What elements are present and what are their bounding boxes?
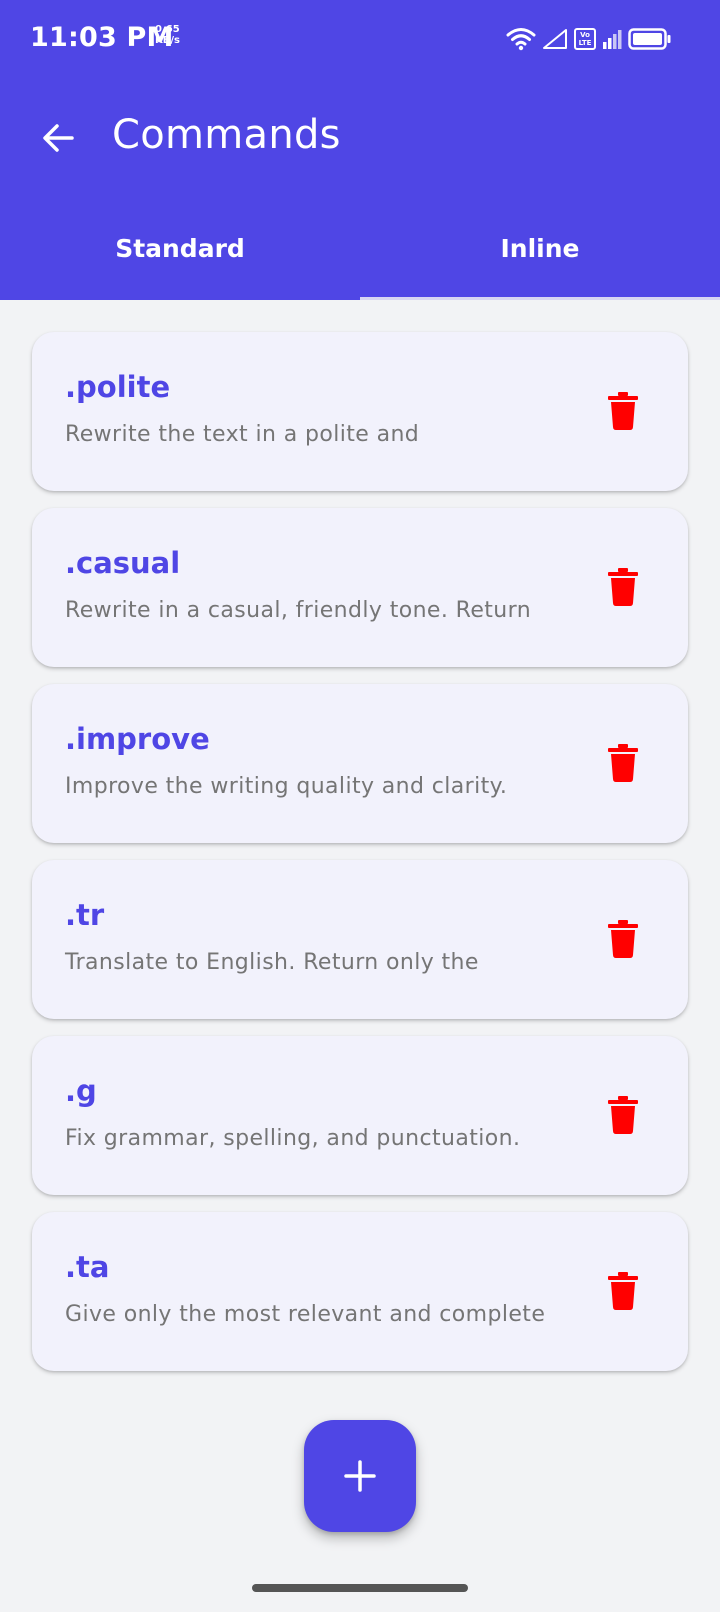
command-card[interactable]: .g Fix grammar, spelling, and punctuatio… xyxy=(32,1036,688,1195)
network-speed-value: 0.65 xyxy=(155,24,180,35)
command-name: .ta xyxy=(65,1250,110,1284)
command-description: Rewrite the text in a polite and xyxy=(65,422,420,447)
command-description: Improve the writing quality and clarity. xyxy=(65,774,508,799)
trash-icon xyxy=(608,1272,638,1310)
command-name: .tr xyxy=(65,898,105,932)
tab-inline[interactable]: Inline xyxy=(360,210,720,300)
app-bar: 11:03 PM 0.65 KB/s Vo LTE Commands Stand… xyxy=(0,0,720,300)
command-description: Give only the most relevant and complete xyxy=(65,1302,546,1327)
tab-indicator xyxy=(360,297,720,300)
volte-bottom-label: LTE xyxy=(578,39,592,47)
delete-button[interactable] xyxy=(600,388,646,434)
command-description: Translate to English. Return only the xyxy=(65,950,479,975)
delete-button[interactable] xyxy=(600,1092,646,1138)
back-button[interactable] xyxy=(30,110,86,166)
command-name: .g xyxy=(65,1074,97,1108)
home-indicator[interactable] xyxy=(252,1584,468,1592)
network-speed-unit: KB/s xyxy=(155,35,180,46)
status-time: 11:03 PM xyxy=(30,22,174,53)
arrow-back-icon xyxy=(43,124,74,152)
tab-standard[interactable]: Standard xyxy=(0,210,360,300)
tab-bar: Standard Inline xyxy=(0,210,720,300)
signal-icon xyxy=(543,29,567,49)
command-card[interactable]: .tr Translate to English. Return only th… xyxy=(32,860,688,1019)
delete-button[interactable] xyxy=(600,916,646,962)
trash-icon xyxy=(608,920,638,958)
trash-icon xyxy=(608,392,638,430)
command-card[interactable]: .casual Rewrite in a casual, friendly to… xyxy=(32,508,688,667)
command-name: .casual xyxy=(65,546,181,580)
volte-top-label: Vo xyxy=(580,31,590,39)
battery-icon xyxy=(628,28,671,50)
status-icons: Vo LTE xyxy=(506,25,672,53)
delete-button[interactable] xyxy=(600,1268,646,1314)
command-description: Fix grammar, spelling, and punctuation. xyxy=(65,1126,521,1151)
command-card[interactable]: .improve Improve the writing quality and… xyxy=(32,684,688,843)
toolbar: Commands xyxy=(0,88,720,188)
network-speed: 0.65 KB/s xyxy=(155,24,180,46)
tab-standard-label: Standard xyxy=(115,233,245,263)
add-command-button[interactable] xyxy=(304,1420,416,1532)
command-list: .polite Rewrite the text in a polite and… xyxy=(32,332,688,1388)
trash-icon xyxy=(608,568,638,606)
tab-inline-label: Inline xyxy=(500,233,580,263)
delete-button[interactable] xyxy=(600,740,646,786)
status-bar: 11:03 PM 0.65 KB/s Vo LTE xyxy=(0,0,720,78)
volte-icon: Vo LTE xyxy=(574,28,596,50)
command-card[interactable]: .ta Give only the most relevant and comp… xyxy=(32,1212,688,1371)
command-description: Rewrite in a casual, friendly tone. Retu… xyxy=(65,598,532,623)
command-card[interactable]: .polite Rewrite the text in a polite and xyxy=(32,332,688,491)
plus-icon xyxy=(344,1460,376,1492)
trash-icon xyxy=(608,1096,638,1134)
command-name: .polite xyxy=(65,370,171,404)
delete-button[interactable] xyxy=(600,564,646,610)
page-title: Commands xyxy=(112,112,341,158)
trash-icon xyxy=(608,744,638,782)
wifi-icon xyxy=(506,28,536,51)
signal-weak-icon xyxy=(603,30,622,49)
command-name: .improve xyxy=(65,722,210,756)
